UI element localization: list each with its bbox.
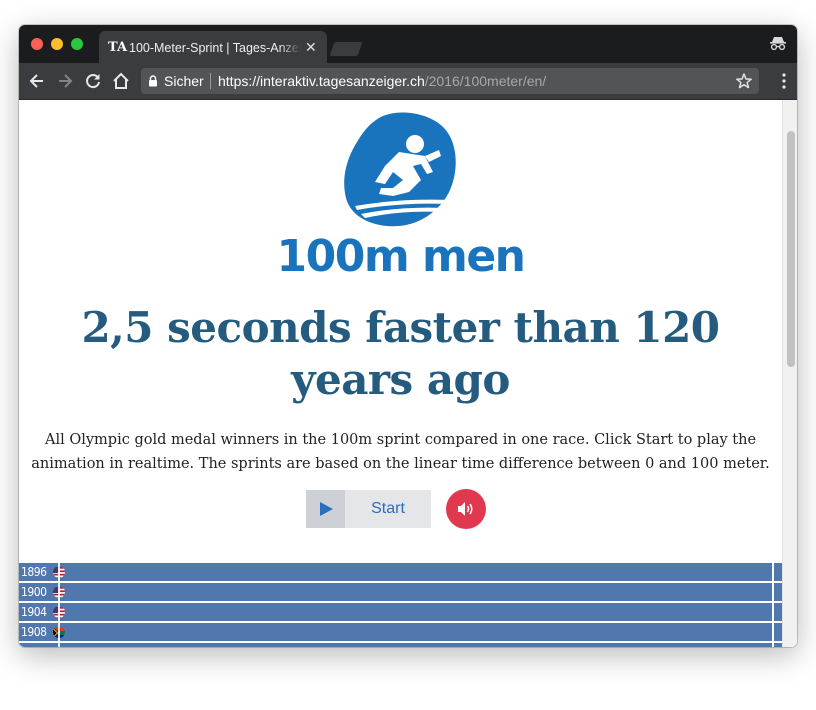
race-lane: 1900 (19, 583, 782, 601)
minimize-window-button[interactable] (51, 38, 63, 50)
event-title: 100m men (276, 231, 526, 282)
address-divider (210, 73, 211, 89)
speaker-icon (458, 502, 473, 516)
vertical-scrollbar[interactable] (782, 100, 797, 647)
new-tab-button[interactable] (329, 42, 363, 56)
tab-bar: TA 100-Meter-Sprint | Tages-Anzeiger ✕ (19, 25, 797, 63)
security-label: Sicher (164, 73, 204, 89)
start-line (58, 562, 60, 647)
bookmark-star-icon[interactable] (735, 72, 753, 90)
url-text: https://interaktiv.tagesanzeiger.ch/2016… (218, 73, 546, 89)
lane-year: 1900 (21, 585, 47, 599)
play-icon (306, 490, 345, 528)
lane-year: 1904 (21, 605, 47, 619)
lock-icon (149, 75, 157, 87)
lane-year: 1912 (21, 643, 47, 647)
lane-year: 1896 (21, 565, 47, 579)
race-lane: 1912 (19, 643, 782, 647)
tab-title: 100-Meter-Sprint | Tages-Anzeiger (129, 40, 301, 56)
incognito-icon (770, 37, 786, 51)
race-lane: 1908 (19, 623, 782, 641)
reload-icon[interactable] (83, 71, 103, 91)
url-host: https://interaktiv.tagesanzeiger.ch (218, 73, 425, 89)
scrollbar-thumb[interactable] (787, 131, 795, 367)
tages-anzeiger-favicon-icon: TA (108, 40, 128, 55)
intro-text: All Olympic gold medal winners in the 10… (31, 432, 770, 472)
address-bar[interactable]: Sicher https://interaktiv.tagesanzeiger.… (141, 68, 759, 94)
forward-arrow-icon[interactable] (55, 71, 75, 91)
home-icon[interactable] (111, 71, 131, 91)
sound-toggle-button[interactable] (446, 489, 486, 529)
tab-close-icon[interactable]: ✕ (305, 39, 317, 55)
race-lane: 1904 (19, 603, 782, 621)
more-menu-icon[interactable] (781, 71, 787, 91)
browser-tab[interactable]: TA 100-Meter-Sprint | Tages-Anzeiger ✕ (99, 31, 327, 63)
start-button-label: Start (371, 500, 405, 517)
race-track: 1896 1900 1904 1908 1912 (19, 562, 782, 647)
start-button[interactable]: Start (306, 490, 431, 528)
back-arrow-icon[interactable] (27, 71, 47, 91)
maximize-window-button[interactable] (71, 38, 83, 50)
page-viewport: 100m men 2,5 seconds faster than 120 yea… (19, 100, 797, 647)
finish-line (772, 562, 774, 647)
browser-toolbar: Sicher https://interaktiv.tagesanzeiger.… (19, 63, 797, 100)
browser-window: TA 100-Meter-Sprint | Tages-Anzeiger ✕ S… (19, 25, 797, 647)
race-lane: 1896 (19, 563, 782, 581)
url-path: /2016/100meter/en/ (424, 73, 547, 89)
close-window-button[interactable] (31, 38, 43, 50)
page-headline: 2,5 seconds faster than 120 years ago (81, 303, 720, 404)
lane-year: 1908 (21, 625, 47, 639)
sprinter-pictogram-logo (344, 112, 456, 227)
